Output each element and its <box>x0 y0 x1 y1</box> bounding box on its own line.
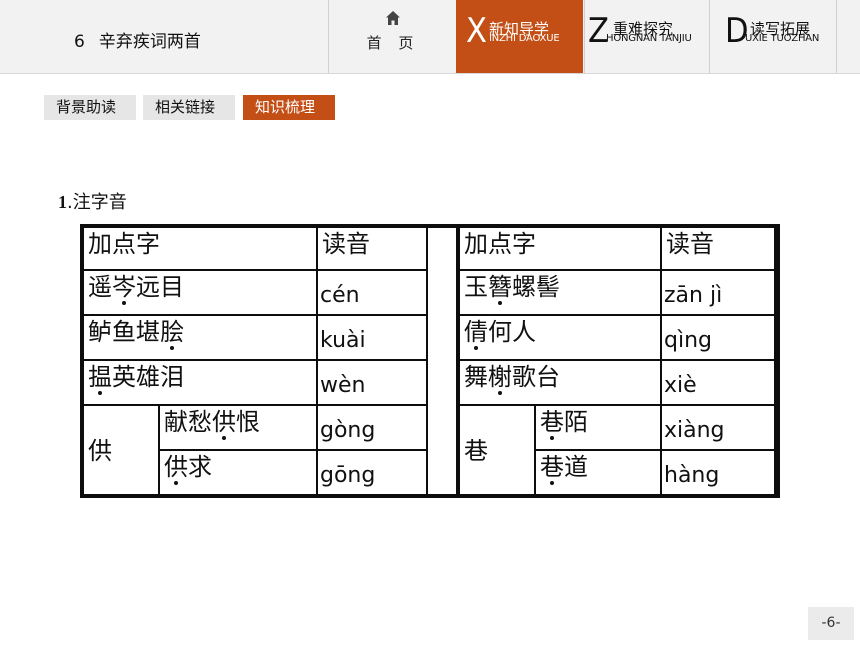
table-cell-word: 鲈鱼堪脍 <box>84 316 316 359</box>
word-char: 求 <box>188 453 212 481</box>
table-cell-word: 舞榭歌台 <box>460 361 660 404</box>
tab-pinyin: HONGNAN TANJIU <box>606 33 692 44</box>
emphasized-char: 脍 <box>160 318 184 346</box>
tab-xinzhi-daoxue[interactable]: X 新知导学 INZHI DAOXUE <box>456 0 583 73</box>
table-cell-word: 玉簪螺髻 <box>460 271 660 314</box>
divider <box>836 0 837 73</box>
tab-letter: D <box>725 11 749 51</box>
table-header: 加点字 <box>460 228 660 269</box>
table-cell-word: 巷陌 <box>536 406 660 449</box>
table-header: 加点字 <box>84 228 316 269</box>
table-cell-reading: wèn <box>318 361 426 404</box>
emphasized-char: 供 <box>212 408 236 436</box>
lesson-title: 6 辛弃疾词两首 <box>74 27 201 52</box>
word-char: 歌 <box>512 363 536 391</box>
tab-pinyin: INZHI DAOXUE <box>489 33 560 44</box>
word-char: 道 <box>564 453 588 481</box>
word-char: 舞 <box>464 363 488 391</box>
tab-letter: X <box>466 11 487 51</box>
word-char: 台 <box>536 363 560 391</box>
pronunciation-table: 加点字 读音 加点字 读音 遥岑远目 cén 鲈鱼堪脍 kuài 揾英雄泪 wè… <box>80 224 780 498</box>
word-char: 远 <box>136 273 160 301</box>
word-char: 人 <box>512 318 536 346</box>
table-cell-word: 倩何人 <box>460 316 660 359</box>
word-char: 泪 <box>160 363 184 391</box>
tab-zhongnan-tanjiu[interactable]: Z 重难探究 HONGNAN TANJIU <box>584 0 709 73</box>
word-char: 何 <box>488 318 512 346</box>
tab-duxie-tuozhan[interactable]: D 读写拓展 UXIE TUOZHAN <box>709 0 836 73</box>
table-cell-reading: kuài <box>318 316 426 359</box>
emphasized-char: 揾 <box>88 363 112 391</box>
home-icon <box>386 11 400 25</box>
table-cell-word: 供求 <box>160 451 316 494</box>
word-char: 雄 <box>136 363 160 391</box>
tab-letter: Z <box>588 11 609 51</box>
word-char: 目 <box>160 273 184 301</box>
divider <box>328 0 329 73</box>
top-navigation-bar: 6 辛弃疾词两首 首 页 X 新知导学 INZHI DAOXUE Z 重难探究 H… <box>0 0 860 74</box>
table-gap-column <box>428 228 456 494</box>
table-cell-reading: zān jì <box>662 271 774 314</box>
word-char: 献 <box>164 408 188 436</box>
section-heading: 1.注字音 <box>58 188 127 214</box>
lesson-number: 6 <box>74 32 85 52</box>
table-cell-reading: hàng <box>662 451 774 494</box>
emphasized-char: 岑 <box>112 273 136 301</box>
emphasized-char: 倩 <box>464 318 488 346</box>
table-cell-polyphone: 巷 <box>460 406 534 494</box>
emphasized-char: 簪 <box>488 273 512 301</box>
word-char: 玉 <box>464 273 488 301</box>
table-cell-reading: xiè <box>662 361 774 404</box>
home-button[interactable]: 首 页 <box>330 0 456 73</box>
table-cell-reading: qìng <box>662 316 774 359</box>
word-char: 陌 <box>564 408 588 436</box>
table-header: 读音 <box>318 228 426 269</box>
word-char: 愁 <box>188 408 212 436</box>
table-cell-reading: xiàng <box>662 406 774 449</box>
word-char: 恨 <box>236 408 260 436</box>
word-char: 螺 <box>512 273 536 301</box>
home-label: 首 页 <box>366 34 420 52</box>
word-char: 堪 <box>136 318 160 346</box>
page-number: -6- <box>808 607 854 640</box>
emphasized-char: 榭 <box>488 363 512 391</box>
emphasized-char: 供 <box>164 453 188 481</box>
word-char: 鲈 <box>88 318 112 346</box>
subtab-knowledge-review[interactable]: 知识梳理 <box>243 95 335 120</box>
table-cell-word: 巷道 <box>536 451 660 494</box>
table-cell-polyphone: 供 <box>84 406 158 494</box>
table-header: 读音 <box>662 228 774 269</box>
subtab-background-reading[interactable]: 背景助读 <box>44 95 136 120</box>
table-cell-word: 遥岑远目 <box>84 271 316 314</box>
table-cell-reading: cén <box>318 271 426 314</box>
emphasized-char: 巷 <box>540 408 564 436</box>
emphasized-char: 巷 <box>540 453 564 481</box>
section-number: 1 <box>58 192 67 212</box>
word-char: 英 <box>112 363 136 391</box>
word-char: 遥 <box>88 273 112 301</box>
table-cell-word: 献愁供恨 <box>160 406 316 449</box>
table-cell-reading: gōng <box>318 451 426 494</box>
tab-pinyin: UXIE TUOZHAN <box>745 33 820 44</box>
subtab-related-links[interactable]: 相关链接 <box>143 95 235 120</box>
table-cell-reading: gòng <box>318 406 426 449</box>
table-cell-word: 揾英雄泪 <box>84 361 316 404</box>
word-char: 鱼 <box>112 318 136 346</box>
lesson-title-text: 辛弃疾词两首 <box>98 32 201 52</box>
section-heading-text: .注字音 <box>67 192 127 213</box>
word-char: 髻 <box>536 273 560 301</box>
